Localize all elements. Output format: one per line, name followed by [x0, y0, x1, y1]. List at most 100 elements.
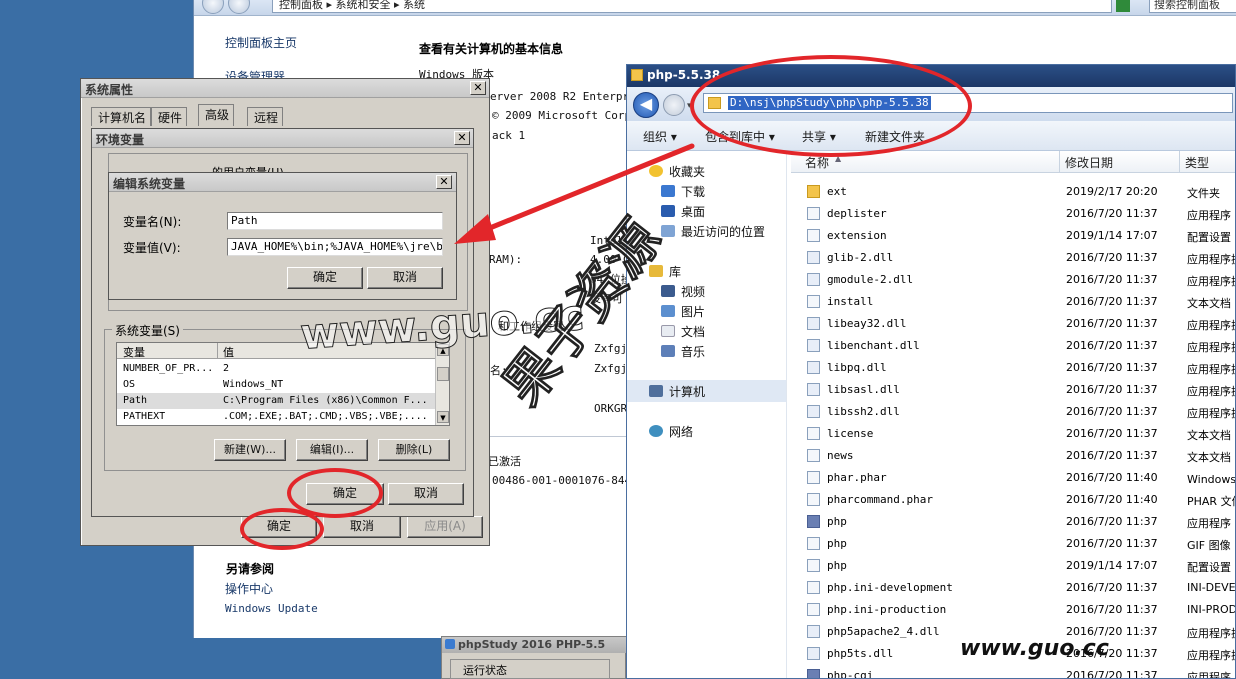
nav-network[interactable]: 网络 [649, 423, 693, 440]
file-row[interactable]: pharcommand.phar 2016/7/20 11:40 PHAR 文件 [791, 489, 1235, 511]
scroll-down-icon[interactable]: ▼ [437, 411, 449, 423]
file-date: 2016/7/20 11:40 [1066, 471, 1158, 484]
phpstudy-window: phpStudy 2016 PHP-5.5 运行状态 [441, 636, 627, 679]
file-row[interactable]: gmodule-2.dll 2016/7/20 11:37 应用程序扩 [791, 269, 1235, 291]
file-row[interactable]: phar.phar 2016/7/20 11:40 Windows 批 [791, 467, 1236, 489]
forward-button[interactable] [228, 0, 250, 14]
file-row[interactable]: glib-2.dll 2016/7/20 11:37 应用程序扩 [791, 247, 1235, 269]
file-date: 2016/7/20 11:37 [1066, 537, 1158, 550]
workgroup-value: ORKGR [594, 402, 628, 415]
system-vars-list[interactable]: 变量 值 ▲ ▼ NUMBER_OF_PR... 2 OS Windows_NT Pat… [116, 342, 450, 426]
env-var-row[interactable]: Path C:\Program Files (x86)\Common F... [117, 393, 435, 409]
env-var-row[interactable]: NUMBER_OF_PR... 2 [117, 361, 435, 377]
back-button[interactable] [202, 0, 224, 14]
explorer-window: php-5.5.38 ◀ ▾ D:\nsj\phpStudy\php\php-5… [626, 64, 1236, 679]
divider [490, 436, 626, 437]
file-name: php5ts.dll [827, 647, 894, 660]
file-row[interactable]: php 2019/1/14 17:07 配置设置 [791, 555, 1235, 577]
nav-videos[interactable]: 视频 [661, 283, 705, 300]
nav-music[interactable]: 音乐 [661, 343, 705, 360]
nav-computer[interactable]: 计算机 [649, 383, 705, 400]
chevron-right-icon: ▸ [326, 0, 336, 11]
file-type: 应用程序扩 [1187, 275, 1235, 288]
file-type: 文本文档 [1187, 297, 1231, 310]
file-type: 应用程序 [1187, 209, 1231, 222]
file-row[interactable]: libpq.dll 2016/7/20 11:37 应用程序扩 [791, 357, 1235, 379]
file-row[interactable]: install 2016/7/20 11:37 文本文档 [791, 291, 1235, 313]
file-date: 2016/7/20 11:37 [1066, 405, 1158, 418]
file-row[interactable]: php-cgi 2016/7/20 11:37 应用程序 [791, 665, 1235, 678]
nav-documents[interactable]: 文档 [661, 323, 705, 340]
var-value-input[interactable]: JAVA_HOME%\bin;%JAVA_HOME%\jre\bin; [227, 238, 443, 256]
scroll-thumb[interactable] [437, 367, 449, 381]
column-date[interactable]: 修改日期 [1065, 154, 1113, 171]
file-type: 应用程序扩 [1187, 253, 1235, 266]
file-type: GIF 图像 [1187, 539, 1231, 552]
file-row[interactable]: php 2016/7/20 11:37 应用程序 [791, 511, 1235, 533]
file-name: glib-2.dll [827, 251, 894, 264]
file-row[interactable]: license 2016/7/20 11:37 文本文档 [791, 423, 1235, 445]
file-row[interactable]: php.ini-development 2016/7/20 11:37 INI-DE… [791, 577, 1235, 599]
breadcrumb-item[interactable]: 控制面板 [279, 0, 323, 11]
file-name: deplister [827, 207, 887, 220]
file-row[interactable]: deplister 2016/7/20 11:37 应用程序 [791, 203, 1235, 225]
tab-remote[interactable]: 远程 [247, 107, 284, 126]
editvar-cancel-button[interactable]: 取消 [367, 267, 443, 289]
file-type: Windows 批 [1187, 473, 1236, 486]
env-var-row[interactable]: OS Windows_NT [117, 377, 435, 393]
forward-arrow-icon[interactable] [663, 94, 685, 116]
tab-advanced[interactable]: 高级 [198, 104, 235, 126]
close-icon[interactable]: ✕ [470, 81, 486, 95]
refresh-icon[interactable] [1116, 0, 1130, 12]
breadcrumb-item[interactable]: 系统和安全 [336, 0, 391, 11]
list-scrollbar[interactable]: ▲ ▼ [435, 343, 449, 425]
product-id: 00486-001-0001076-8443 [492, 474, 638, 487]
delete-var-button[interactable]: 删除(L) [378, 439, 450, 461]
sysprop-apply-button[interactable]: 应用(A) [407, 516, 483, 538]
file-row[interactable]: extension 2019/1/14 17:07 配置设置 [791, 225, 1235, 247]
file-row[interactable]: libsasl.dll 2016/7/20 11:37 应用程序扩 [791, 379, 1235, 401]
file-type: 应用程序扩 [1187, 363, 1235, 376]
column-variable[interactable]: 变量 [123, 344, 145, 360]
tab-hardware[interactable]: 硬件 [151, 107, 188, 126]
action-center-link[interactable]: 操作中心 [225, 580, 273, 597]
new-var-button[interactable]: 新建(W)... [214, 439, 286, 461]
back-arrow-icon[interactable]: ◀ [633, 92, 659, 118]
file-row[interactable]: php 2016/7/20 11:37 GIF 图像 [791, 533, 1235, 555]
copyright: © 2009 Microsoft Corpo [492, 109, 638, 122]
env-var-row[interactable]: PATHEXT .COM;.EXE;.BAT;.CMD;.VBS;.VBE;...… [117, 409, 435, 425]
envvars-cancel-button[interactable]: 取消 [388, 483, 464, 505]
txt-file-icon [807, 581, 820, 594]
file-row[interactable]: libssh2.dll 2016/7/20 11:37 应用程序扩 [791, 401, 1235, 423]
env-var-value: 2 [223, 363, 230, 374]
env-var-name: Path [123, 395, 148, 406]
system-vars-label: 系统变量(S) [112, 322, 183, 339]
sysprop-cancel-button[interactable]: 取消 [323, 516, 401, 538]
search-input[interactable]: 搜索控制面板 [1149, 0, 1236, 13]
cp-home-link[interactable]: 控制面板主页 [225, 34, 297, 51]
annotation-arrow-icon [454, 143, 695, 244]
file-date: 2019/2/17 20:20 [1066, 185, 1158, 198]
windows-update-link[interactable]: Windows Update [225, 602, 318, 615]
editvar-ok-button[interactable]: 确定 [287, 267, 363, 289]
file-row[interactable]: libeay32.dll 2016/7/20 11:37 应用程序扩 [791, 313, 1235, 335]
breadcrumb-item[interactable]: 系统 [403, 0, 425, 11]
var-name-input[interactable]: Path [227, 212, 443, 230]
network-icon [649, 425, 663, 437]
nav-pictures[interactable]: 图片 [661, 303, 705, 320]
file-row[interactable]: php.ini-production 2016/7/20 11:37 INI-PRO… [791, 599, 1235, 621]
dll-file-icon [807, 273, 820, 286]
file-row[interactable]: news 2016/7/20 11:37 文本文档 [791, 445, 1235, 467]
file-name: libsasl.dll [827, 383, 900, 396]
dll-file-icon [807, 647, 820, 660]
file-date: 2016/7/20 11:37 [1066, 515, 1158, 528]
file-row[interactable]: ext 2019/2/17 20:20 文件夹 [791, 181, 1235, 203]
edit-var-button[interactable]: 编辑(I)... [296, 439, 368, 461]
file-row[interactable]: libenchant.dll 2016/7/20 11:37 应用程序扩 [791, 335, 1235, 357]
column-value[interactable]: 值 [223, 344, 234, 360]
file-name: news [827, 449, 854, 462]
tab-computer-name[interactable]: 计算机名 [91, 107, 152, 126]
column-type[interactable]: 类型 [1185, 154, 1209, 171]
file-type: 配置设置 [1187, 231, 1231, 244]
control-panel-address-bar[interactable]: 控制面板 ▸ 系统和安全 ▸ 系统 [272, 0, 1112, 13]
